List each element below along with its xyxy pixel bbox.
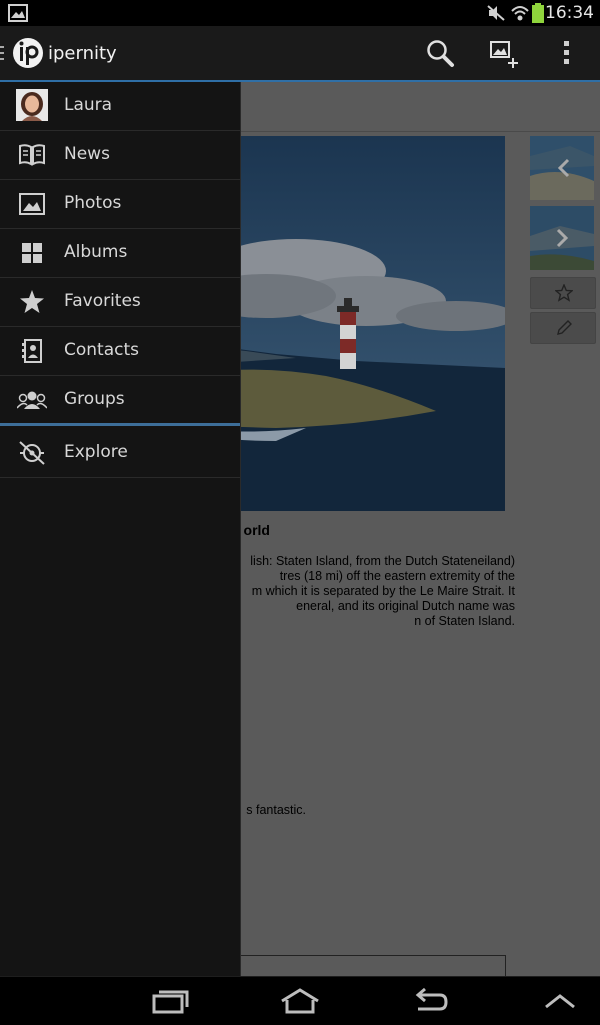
- drawer-item-photos[interactable]: Photos: [0, 180, 240, 229]
- star-icon: [20, 290, 44, 313]
- back-icon[interactable]: [410, 987, 450, 1015]
- groups-icon: [17, 391, 47, 409]
- drawer-item-contacts[interactable]: Contacts: [0, 327, 240, 376]
- add-photo-icon[interactable]: [490, 40, 520, 70]
- photo-icon: [19, 193, 45, 215]
- avatar: [16, 89, 48, 121]
- chevron-up-icon[interactable]: [543, 991, 577, 1011]
- drawer-item-label: Explore: [64, 442, 128, 462]
- favorite-button[interactable]: [530, 277, 596, 309]
- drawer-section-divider: [0, 423, 240, 426]
- profile-name: Laura: [64, 95, 113, 115]
- home-icon[interactable]: [278, 987, 322, 1015]
- contacts-icon: [22, 339, 42, 363]
- drawer-item-profile[interactable]: Laura: [0, 82, 240, 131]
- drawer-item-label: Albums: [64, 242, 128, 262]
- book-icon: [19, 144, 45, 166]
- gallery-icon: [8, 4, 28, 22]
- previous-photo-thumbnail[interactable]: [530, 136, 594, 200]
- system-navigation-bar: [0, 976, 600, 1025]
- comment-input-box[interactable]: [235, 955, 506, 976]
- drawer-item-label: News: [64, 144, 110, 164]
- drawer-item-label: Favorites: [64, 291, 141, 311]
- mute-icon: [487, 5, 505, 21]
- drawer-item-favorites[interactable]: Favorites: [0, 278, 240, 327]
- drawer-item-albums[interactable]: Albums: [0, 229, 240, 278]
- action-bar: ipernity: [0, 26, 600, 82]
- recent-apps-icon[interactable]: [150, 987, 190, 1015]
- ipernity-logo-icon[interactable]: [12, 37, 44, 69]
- drawer-item-groups[interactable]: Groups: [0, 376, 240, 425]
- drawer-indicator-icon[interactable]: [0, 46, 4, 60]
- battery-icon: [532, 3, 544, 23]
- drawer-item-explore[interactable]: Explore: [0, 429, 240, 478]
- drawer-item-label: Photos: [64, 193, 122, 213]
- pencil-icon: [557, 320, 572, 335]
- app-title: ipernity: [48, 43, 117, 64]
- drawer-item-news[interactable]: News: [0, 131, 240, 180]
- compass-icon: [19, 441, 45, 465]
- drawer-item-label: Groups: [64, 389, 125, 409]
- albums-grid-icon: [22, 243, 42, 263]
- next-photo-thumbnail[interactable]: [530, 206, 594, 270]
- edit-button[interactable]: [530, 312, 596, 344]
- overflow-menu-icon[interactable]: [562, 40, 572, 66]
- divider: [240, 131, 600, 132]
- clock: 16:34: [545, 3, 594, 23]
- drawer-item-label: Contacts: [64, 340, 139, 360]
- star-outline-icon: [555, 284, 573, 302]
- wifi-icon: [511, 6, 529, 21]
- status-bar: 16:34: [0, 0, 600, 26]
- search-icon[interactable]: [425, 38, 455, 68]
- navigation-drawer: Laura News Photos Albums Favorites Conta…: [0, 82, 241, 976]
